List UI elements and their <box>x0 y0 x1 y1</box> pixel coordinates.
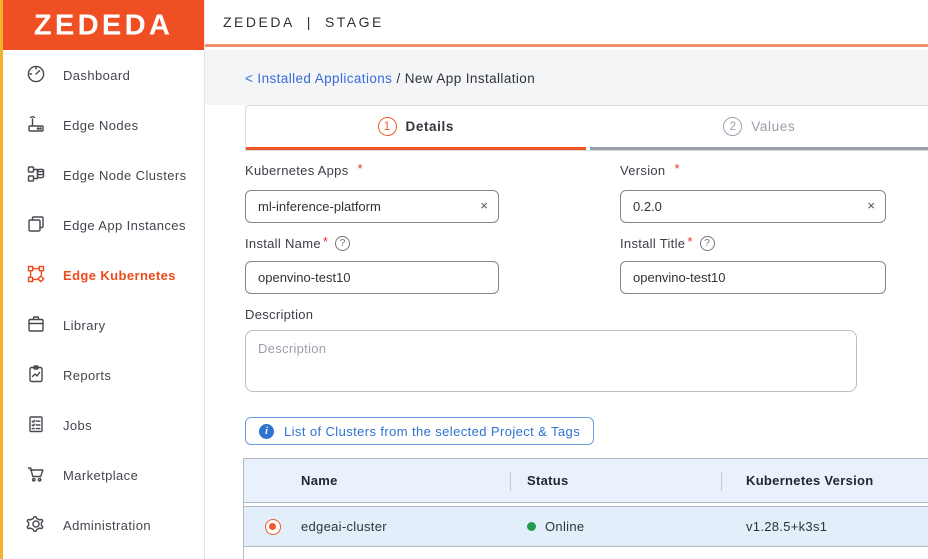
jobs-icon <box>26 414 46 437</box>
cluster-name: edgeai-cluster <box>301 519 387 534</box>
sidebar-item-library[interactable]: Library <box>3 300 204 350</box>
breadcrumb-separator: / <box>392 71 405 86</box>
table-row-edgeai-cluster[interactable]: edgeai-cluster Online v1.28.5+k3s1 <box>244 506 928 547</box>
install-title-input[interactable] <box>620 261 886 294</box>
tab-details-label: Details <box>405 119 454 134</box>
reports-icon <box>26 364 46 387</box>
sidebar-item-edge-app-instances[interactable]: Edge App Instances <box>3 200 204 250</box>
sidebar-item-label: Dashboard <box>63 67 131 83</box>
zededa-app-window: ZEDEDA Dashboard Edge Nodes Edge Node Cl… <box>0 0 928 559</box>
sidebar-item-label: Edge Kubernetes <box>63 267 176 283</box>
sidebar-item-administration[interactable]: Administration <box>3 500 204 550</box>
tab-details-step-number: 1 <box>377 117 397 136</box>
required-asterisk: * <box>674 161 680 176</box>
header-separator: | <box>306 14 313 30</box>
version-input[interactable] <box>620 190 886 223</box>
install-title-label: Install Title * ? <box>620 234 715 251</box>
description-label: Description <box>245 307 313 322</box>
row-name-cell: edgeai-cluster <box>301 507 511 546</box>
sidebar-item-label: Edge Nodes <box>63 117 139 133</box>
install-title-label-text: Install Title * <box>620 234 693 251</box>
kubernetes-icon <box>26 264 46 287</box>
header-environment-name: STAGE <box>324 14 384 30</box>
clear-kubernetes-apps-icon[interactable]: × <box>480 199 488 212</box>
required-asterisk: * <box>687 234 693 249</box>
breadcrumb: < Installed Applications / New App Insta… <box>245 71 535 86</box>
status-badge: Online <box>527 519 584 534</box>
zededa-logo-text: ZEDEDA <box>33 8 174 41</box>
sidebar-item-reports[interactable]: Reports <box>3 350 204 400</box>
sidebar-item-label: Jobs <box>63 417 93 433</box>
version-label-text: Version <box>620 163 666 178</box>
sidebar-item-label: Edge App Instances <box>63 217 186 233</box>
cluster-info-banner: i List of Clusters from the selected Pro… <box>245 417 595 445</box>
sidebar-item-label: Edge Node Clusters <box>63 167 187 183</box>
install-name-label-text: Install Name * <box>245 234 329 251</box>
clusters-table: Name Status Kubernetes Version edgeai-cl… <box>243 458 928 559</box>
kubernetes-apps-field-wrap: × <box>245 190 499 223</box>
row-kubernetes-version-cell: v1.28.5+k3s1 <box>722 507 928 546</box>
sidebar-item-label: Marketplace <box>63 467 139 483</box>
status-column-header: Status <box>511 459 722 502</box>
top-header-bar: ZEDEDA | STAGE <box>205 0 928 47</box>
cluster-icon <box>26 164 46 187</box>
cluster-radio-selected[interactable] <box>264 518 281 535</box>
marketplace-cart-icon <box>26 464 46 487</box>
required-asterisk: * <box>322 234 329 249</box>
install-name-field-wrap <box>245 261 499 294</box>
kubernetes-version-text: v1.28.5+k3s1 <box>746 519 828 534</box>
settings-gear-icon <box>26 514 46 537</box>
app-instances-icon <box>26 214 46 237</box>
sidebar-item-edge-node-clusters[interactable]: Edge Node Clusters <box>3 150 204 200</box>
tab-values-label: Values <box>751 119 796 134</box>
sidebar-item-dashboard[interactable]: Dashboard <box>3 50 204 100</box>
required-asterisk: * <box>357 161 363 176</box>
version-label: Version * <box>620 161 680 178</box>
left-edge-stripe <box>0 0 3 559</box>
header-app-name: ZEDEDA <box>223 14 295 30</box>
clear-version-icon[interactable]: × <box>867 199 875 212</box>
tab-values[interactable]: 2 Values <box>589 106 928 150</box>
clusters-table-header: Name Status Kubernetes Version <box>244 459 928 503</box>
library-icon <box>26 314 46 337</box>
dashboard-gauge-icon <box>26 64 46 87</box>
edge-node-icon <box>26 114 46 137</box>
main-content: < Installed Applications / New App Insta… <box>205 50 928 559</box>
info-icon: i <box>259 423 274 439</box>
version-field-wrap: × <box>620 190 886 223</box>
install-title-field-wrap <box>620 261 886 294</box>
sidebar: ZEDEDA Dashboard Edge Nodes Edge Node Cl… <box>3 0 205 559</box>
status-text: Online <box>545 519 585 534</box>
install-name-input[interactable] <box>245 261 499 294</box>
description-textarea[interactable] <box>245 330 857 392</box>
sidebar-item-label: Reports <box>63 367 112 383</box>
kubernetes-apps-label-text: Kubernetes Apps <box>245 163 349 178</box>
sidebar-item-label: Administration <box>63 517 151 533</box>
sidebar-item-jobs[interactable]: Jobs <box>3 400 204 450</box>
online-status-dot-icon <box>527 522 536 531</box>
install-title-help-icon[interactable]: ? <box>699 236 715 251</box>
radio-dot <box>269 523 276 530</box>
zededa-logo[interactable]: ZEDEDA <box>3 0 204 50</box>
kubernetes-version-column-header: Kubernetes Version <box>746 473 874 488</box>
wizard-tabstrip: 1 Details 2 Values <box>245 105 928 151</box>
install-name-label: Install Name * ? <box>245 234 351 251</box>
tab-details[interactable]: 1 Details <box>246 106 586 150</box>
sidebar-item-label: Library <box>63 317 106 333</box>
row-status-cell: Online <box>511 507 722 546</box>
breadcrumb-back-link[interactable]: < Installed Applications <box>245 71 392 86</box>
install-name-help-icon[interactable]: ? <box>335 236 351 251</box>
sidebar-item-edge-nodes[interactable]: Edge Nodes <box>3 100 204 150</box>
sidebar-item-marketplace[interactable]: Marketplace <box>3 450 204 500</box>
sidebar-item-edge-kubernetes[interactable]: Edge Kubernetes <box>3 250 204 300</box>
cluster-info-banner-text: List of Clusters from the selected Proje… <box>284 423 581 439</box>
tab-values-step-number: 2 <box>723 117 743 136</box>
name-column-header: Name <box>301 459 511 502</box>
row-radio-cell <box>244 518 301 535</box>
kubernetes-apps-input[interactable] <box>245 190 499 223</box>
description-label-text: Description <box>245 307 314 322</box>
breadcrumb-current: New App Installation <box>404 71 536 86</box>
kubernetes-apps-label: Kubernetes Apps * <box>245 161 363 178</box>
